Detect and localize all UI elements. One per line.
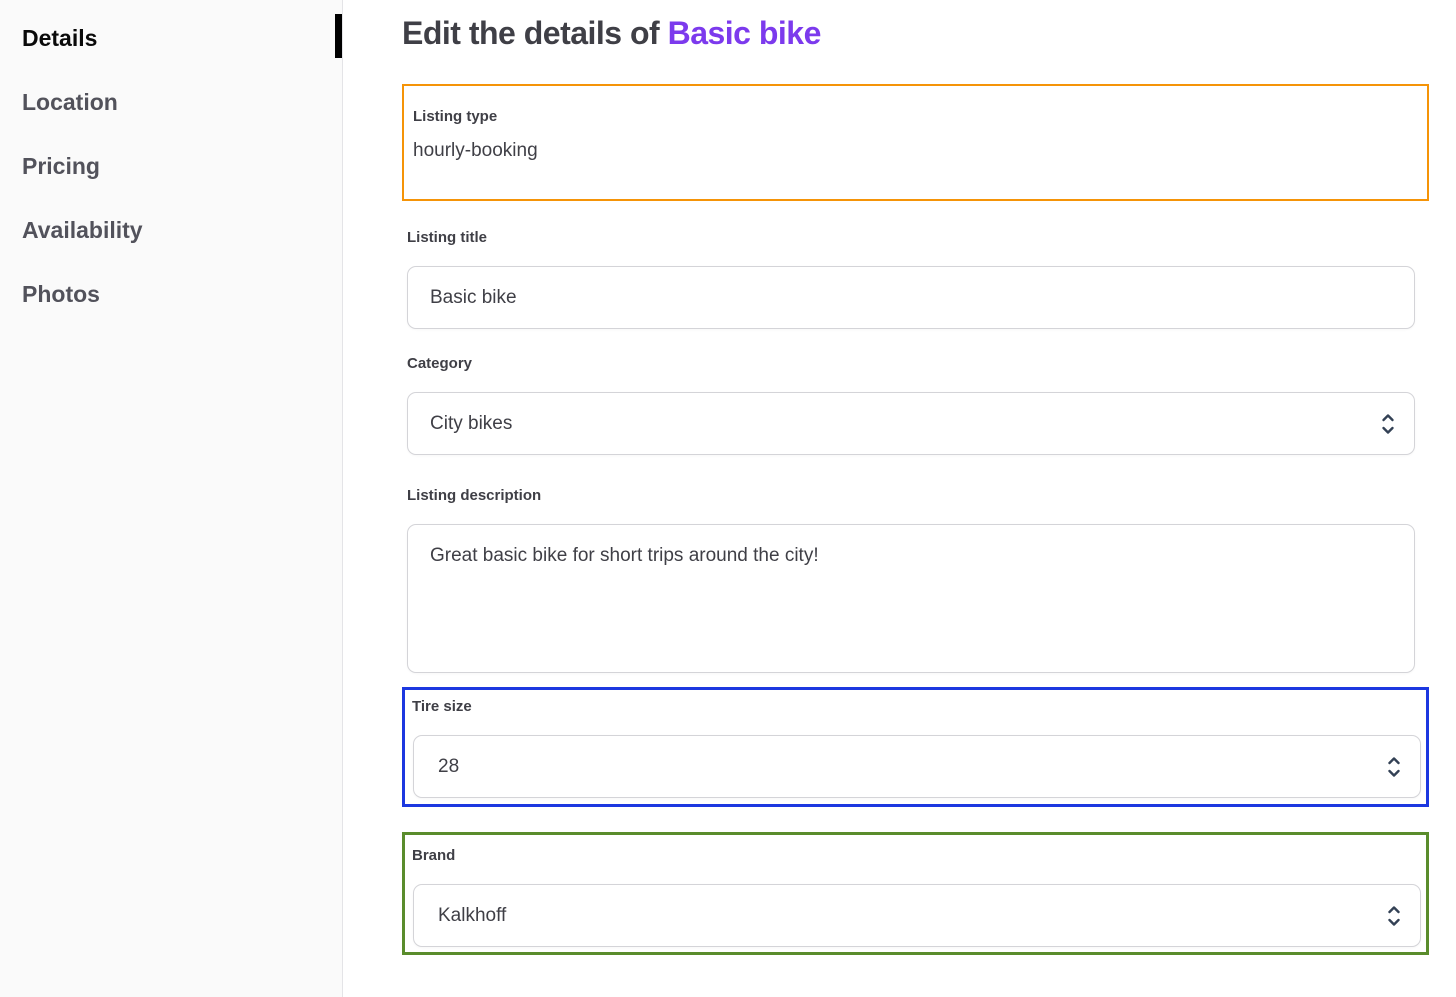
category-label: Category [407, 355, 1429, 373]
brand-select-value: Kalkhoff [438, 905, 506, 927]
sidebar-item-availability[interactable]: Availability [22, 216, 342, 244]
sidebar-item-details[interactable]: Details [22, 24, 342, 52]
sidebar-item-pricing[interactable]: Pricing [22, 152, 342, 180]
listing-description-textarea[interactable]: Great basic bike for short trips around … [407, 524, 1415, 673]
form: Listing type hourly-booking Listing titl… [402, 84, 1429, 955]
active-tab-indicator [335, 14, 342, 58]
sidebar-item-photos[interactable]: Photos [22, 280, 342, 308]
brand-label: Brand [412, 847, 1419, 865]
page-title: Edit the details of Basic bike [402, 14, 1456, 53]
sidebar-item-location[interactable]: Location [22, 88, 342, 116]
tire-size-select[interactable]: 28 [413, 735, 1421, 798]
tire-size-label: Tire size [412, 698, 1419, 716]
app-window: Details Location Pricing Availability Ph… [0, 0, 1456, 997]
listing-type-group: Listing type hourly-booking [402, 84, 1429, 201]
category-select-value: City bikes [430, 413, 512, 435]
sidebar: Details Location Pricing Availability Ph… [0, 0, 343, 997]
brand-group: Brand Kalkhoff [402, 832, 1429, 955]
listing-type-value: hourly-booking [413, 139, 1418, 163]
page-title-prefix: Edit the details of [402, 15, 668, 51]
listing-title-label: Listing title [407, 229, 1429, 247]
tire-size-group: Tire size 28 [402, 687, 1429, 807]
tire-size-select-value: 28 [438, 756, 459, 778]
chevron-up-down-icon [1386, 756, 1402, 778]
category-select[interactable]: City bikes [407, 392, 1415, 455]
chevron-up-down-icon [1386, 905, 1402, 927]
listing-description-label: Listing description [407, 487, 1429, 505]
brand-select[interactable]: Kalkhoff [413, 884, 1421, 947]
page-title-listing-name: Basic bike [668, 15, 821, 51]
main-content: Edit the details of Basic bike Listing t… [343, 0, 1456, 997]
chevron-up-down-icon [1380, 413, 1396, 435]
listing-type-label: Listing type [413, 108, 1418, 126]
listing-title-input[interactable] [407, 266, 1415, 329]
